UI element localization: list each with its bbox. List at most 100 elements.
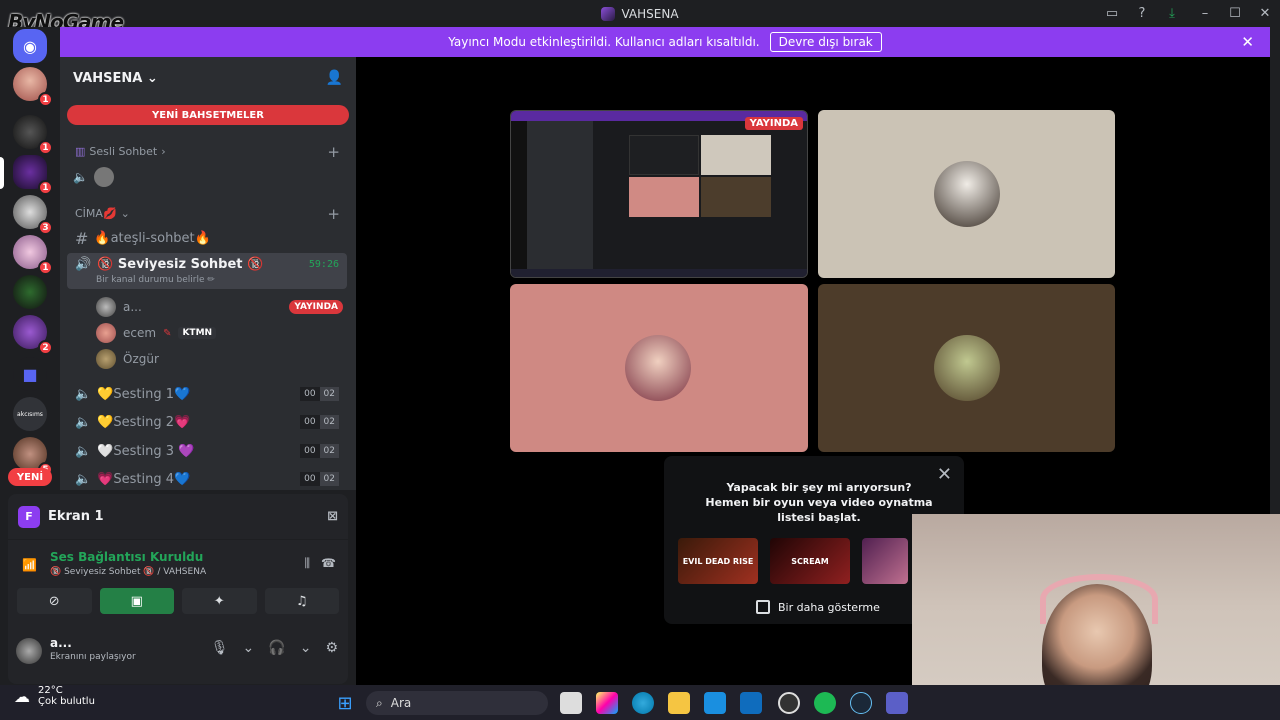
participant-tile[interactable] [510,284,808,452]
gear-icon[interactable]: ⚙ [325,640,338,656]
server-icon-1[interactable]: 1 [13,67,53,107]
connection-status[interactable]: Ses Bağlantısı Kuruldu [50,550,203,564]
category-sesli-sohbet[interactable]: ▥ Sesli Sohbet › [75,145,166,158]
taskbar-search[interactable]: ⌕ Ara [366,691,548,715]
spotify-icon[interactable] [814,692,836,714]
store-icon[interactable] [704,692,726,714]
participant-tile[interactable] [818,110,1115,278]
channel-label: 🤍Sesting 3 💜 [97,443,195,459]
category-label: Sesli Sohbet [89,145,158,158]
selected-server-pill [0,157,4,189]
server-icon-akcisims[interactable]: akcısıms [13,397,47,431]
disconnect-icon[interactable]: ☎ [321,556,336,570]
checkbox[interactable] [756,600,770,614]
stream-tile[interactable]: YAYINDA [510,110,808,278]
copilot-icon[interactable] [596,692,618,714]
camera-off-button[interactable]: ⊘ [17,588,92,614]
microphone-icon[interactable]: 🎙 [211,640,229,656]
server-name: VAHSENA [73,70,143,86]
activities-button[interactable]: ✦ [182,588,257,614]
channel-atesli-sohbet[interactable]: # 🔥ateşli-sohbet🔥 [67,225,347,251]
channel-seviyesiz-sohbet[interactable]: 🔊 🔞 Seviyesiz Sohbet 🔞 59:26 Bir kanal d… [67,253,347,289]
invite-people-icon[interactable]: 👤 [326,70,343,86]
voice-member[interactable]: ecem ✎ KTMN [96,321,346,345]
server-icon-2[interactable]: 1 [13,115,53,155]
channel-sesting-1[interactable]: 🔈 💛Sesting 1💙 00 02 [67,381,347,407]
soundboard-button[interactable]: ♫ [264,588,339,614]
minimize-button[interactable]: – [1190,6,1220,21]
member-name: Özgür [123,352,159,366]
user-avatar[interactable] [16,638,42,664]
activity-thumb[interactable] [862,538,908,584]
server-icon-5[interactable]: 1 [13,235,53,275]
channel-label: 🔥ateşli-sohbet🔥 [94,230,211,246]
channel-sesting-3[interactable]: 🔈 🤍Sesting 3 💜 00 02 [67,438,347,464]
task-view-icon[interactable] [560,692,582,714]
avatar [96,297,116,317]
member-name: a... [123,300,142,314]
download-icon[interactable]: ⤓ [1164,6,1180,22]
channel-label: 💛Sesting 2💗 [97,414,191,430]
channel-sesting-4[interactable]: 🔈 💗Sesting 4💙 00 02 [67,466,347,492]
headphones-icon[interactable]: 🎧 [268,640,285,656]
stop-stream-icon[interactable]: ⊠ [327,509,338,524]
server-icon-6[interactable] [13,275,47,309]
steam-icon[interactable] [850,692,872,714]
server-header[interactable]: VAHSENA ⌄ 👤 [60,57,356,99]
add-channel-icon[interactable]: + [327,205,340,223]
activity-thumb[interactable]: SCREAM [770,538,850,584]
user-name: a... [50,636,72,650]
banner-close-icon[interactable]: ✕ [1241,33,1254,51]
voice-connection: 📶 Ses Bağlantısı Kuruldu 🔞 Seviyesiz Soh… [18,550,338,584]
add-channel-icon[interactable]: + [327,143,340,161]
new-unreads-pill[interactable]: YENİ [8,468,52,486]
speaker-icon: 🔈 [73,170,88,184]
headphones-icon [1040,574,1158,624]
set-channel-status[interactable]: Bir kanal durumu belirle ✏ [96,275,215,285]
screen-share-title: Ekran 1 [48,509,104,524]
help-icon[interactable]: ? [1134,6,1150,22]
inbox-icon[interactable]: ▭ [1104,6,1120,22]
signal-icon: 📶 [22,558,37,572]
teams-icon[interactable] [886,692,908,714]
server-icon-4[interactable]: 3 [13,195,53,235]
folder-icon[interactable]: ■ [13,357,47,391]
chevron-right-icon: › [161,145,166,158]
title-bar: ByNoGame VAHSENA ▭ ? ⤓ – ☐ ✕ [0,0,1280,34]
taskbar: ☁ 22°C Çok bulutlu ⊞ ⌕ Ara [0,685,1280,720]
participant-tile[interactable] [818,284,1115,452]
streamer-mode-banner: Yayıncı Modu etkinleştirildi. Kullanıcı … [60,27,1270,57]
notification-badge: 2 [38,340,53,355]
file-explorer-icon[interactable] [668,692,690,714]
maximize-button[interactable]: ☐ [1220,6,1250,21]
popup-title: Yapacak bir şey mi arıyorsun? [726,481,912,494]
activity-thumb[interactable]: EVIL DEAD RISE [678,538,758,584]
search-icon: ⌕ [376,695,383,710]
app-icon[interactable] [778,692,800,714]
connection-channel[interactable]: 🔞 Seviyesiz Sohbet 🔞 / VAHSENA [50,567,206,577]
disable-streamer-mode-button[interactable]: Devre dışı bırak [769,32,882,52]
channel-sesting-2[interactable]: 🔈 💛Sesting 2💗 00 02 [67,409,347,435]
pin-icon: ✎ [163,327,172,339]
dont-show-again[interactable]: Bir daha gösterme [756,600,880,614]
server-icon-7[interactable]: 2 [13,315,53,355]
noise-suppression-icon[interactable]: ⫼ [304,556,310,571]
voice-member[interactable]: Özgür [96,347,346,371]
outlook-icon[interactable] [740,692,762,714]
chevron-down-icon[interactable]: ⌄ [300,640,312,656]
popup-subtitle: Hemen bir oyun veya video oynatma listes… [705,496,933,524]
edge-icon[interactable] [632,692,654,714]
screen-share-button[interactable]: ▣ [99,588,174,614]
close-window-button[interactable]: ✕ [1250,6,1280,21]
category-cima[interactable]: CİMA💋 ⌄ [75,207,130,220]
server-icon-vahsena[interactable]: 1 [13,155,53,195]
start-icon[interactable]: ⊞ [334,692,356,714]
server-icon-9[interactable]: 5 [13,437,53,477]
checkbox-label: Bir daha gösterme [778,600,880,614]
voice-member[interactable]: a... YAYINDA [96,295,346,319]
user-count: 00 [300,415,320,429]
weather-widget[interactable]: ☁ 22°C Çok bulutlu [14,685,95,707]
discord-home-icon[interactable]: ◉ [13,29,47,63]
chevron-down-icon[interactable]: ⌄ [243,640,255,656]
new-mentions-bar[interactable]: YENİ BAHSETMELER [67,105,349,125]
